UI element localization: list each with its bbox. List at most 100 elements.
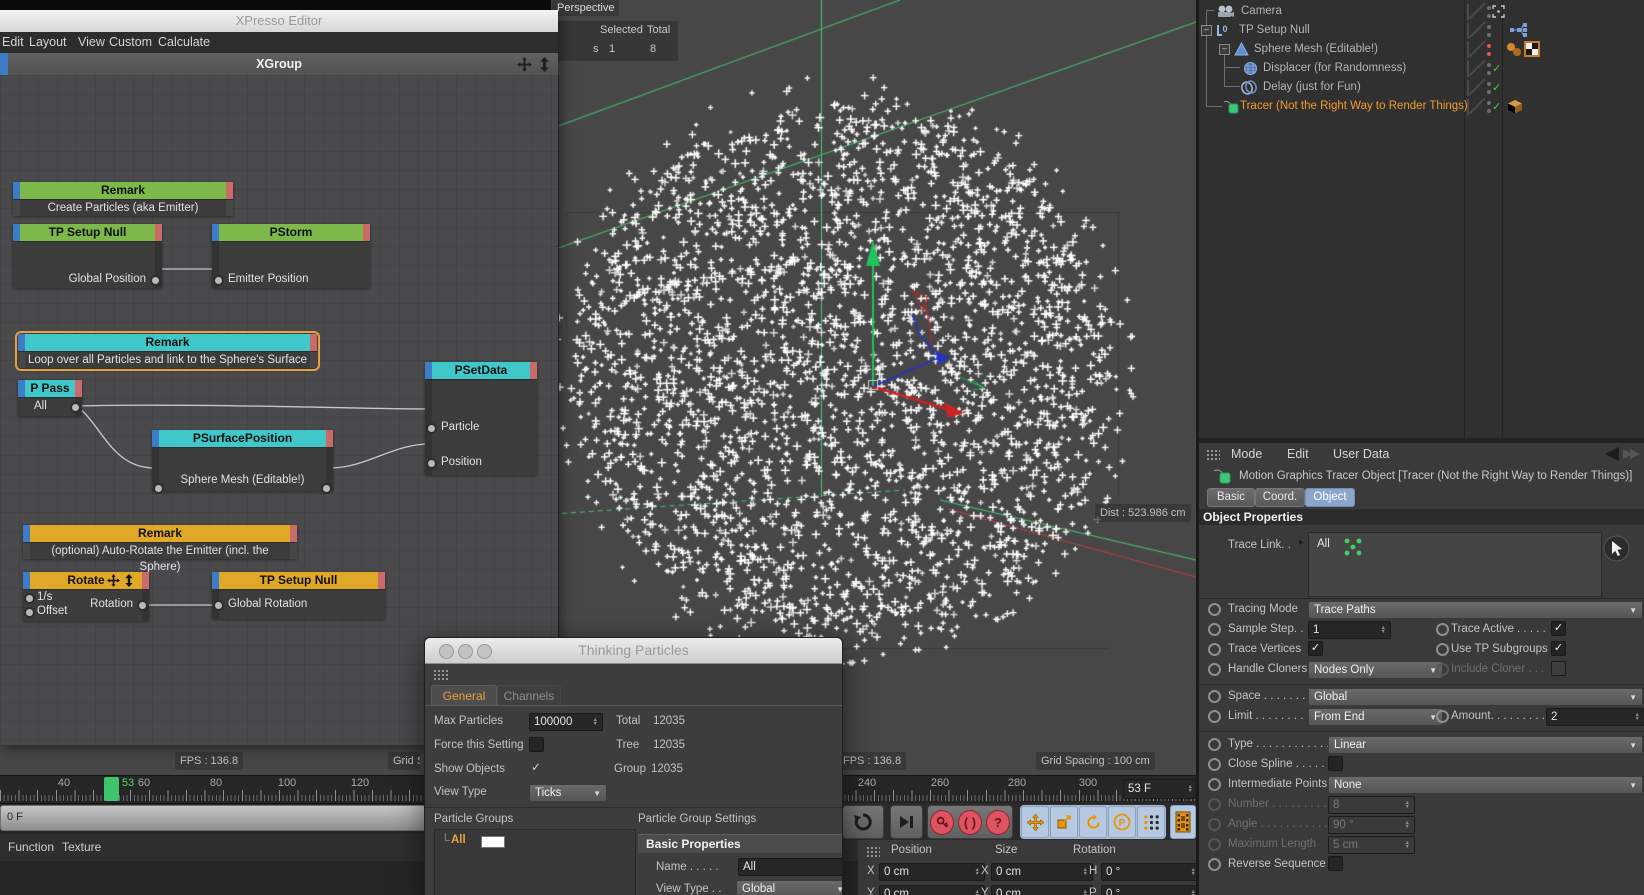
tp-grip[interactable] <box>433 669 448 682</box>
angle-field[interactable]: 90 ° ▲ ▼ <box>1328 816 1415 834</box>
tab-coord[interactable]: Coord. <box>1255 488 1305 507</box>
layer-toggle[interactable] <box>1467 99 1469 115</box>
amount-field[interactable]: 2 ▲ ▼ <box>1546 708 1644 726</box>
intermediate-points-dropdown[interactable]: None ▼ <box>1328 776 1643 794</box>
playhead[interactable] <box>104 777 119 801</box>
am-menu-mode[interactable]: Mode <box>1231 447 1262 461</box>
object-properties-header[interactable]: Object Properties <box>1199 509 1644 525</box>
particle-groups-tree[interactable]: └ All <box>434 829 636 895</box>
limit-dropdown[interactable]: From End ▼ <box>1308 708 1443 726</box>
xgroup-header[interactable]: XGroup <box>0 53 558 76</box>
zoom-window-icon[interactable] <box>477 644 492 659</box>
expand-arrow-icon[interactable]: ▸ <box>1299 537 1304 548</box>
output-port[interactable] <box>137 600 148 611</box>
enabled-check-icon[interactable]: ✓ <box>1492 100 1501 113</box>
resize-vertical-icon[interactable] <box>539 57 550 72</box>
show-objects-check-icon[interactable]: ✓ <box>531 760 541 774</box>
layer-toggle[interactable] <box>1467 4 1469 20</box>
input-port[interactable] <box>213 600 224 611</box>
xpresso-menu-layout[interactable]: Layout <box>29 35 67 49</box>
max-particles-field[interactable]: 100000 ▲ ▼ <box>529 713 603 731</box>
node-rotate[interactable]: Rotate 1/s Offset Rotation <box>23 572 149 621</box>
am-menu-edit[interactable]: Edit <box>1287 447 1309 461</box>
om-row-sphere-mesh[interactable]: – Sphere Mesh (Editable!) <box>1199 40 1644 59</box>
tab-general[interactable]: General <box>431 685 497 706</box>
texture-tag-icon[interactable] <box>1524 41 1540 57</box>
phong-tag-icon[interactable] <box>1506 42 1522 57</box>
layer-toggle[interactable] <box>1467 42 1469 58</box>
layer-toggle[interactable] <box>1467 61 1469 77</box>
handle-cloners-dropdown[interactable]: Nodes Only ▼ <box>1308 661 1443 679</box>
xpresso-menu-custom[interactable]: Custom <box>109 35 152 49</box>
output-port[interactable] <box>70 402 81 413</box>
trace-vertices-checkbox[interactable]: ✓ <box>1308 641 1323 656</box>
node-p-pass[interactable]: P Pass All <box>18 380 82 416</box>
maximum-length-field[interactable]: 5 cm ▲ ▼ <box>1328 836 1415 854</box>
reverse-sequence-checkbox[interactable] <box>1328 856 1343 871</box>
tab-object[interactable]: Object <box>1305 488 1355 507</box>
force-setting-checkbox[interactable] <box>529 737 544 752</box>
size-y-field[interactable]: 0 cm▲▼ <box>991 885 1093 895</box>
close-spline-checkbox[interactable] <box>1328 756 1343 771</box>
type-dropdown[interactable]: Linear ▼ <box>1328 736 1643 754</box>
viewport-label[interactable]: Perspective <box>552 0 620 16</box>
om-row-delay[interactable]: Delay (just for Fun) ✓ <box>1199 78 1644 97</box>
visibility-dot-top[interactable] <box>1487 63 1491 67</box>
basic-properties-header[interactable]: Basic Properties <box>638 834 842 853</box>
xpresso-window-title[interactable]: XPresso Editor <box>0 10 558 33</box>
use-tp-subgroups-checkbox[interactable]: ✓ <box>1551 641 1566 656</box>
include-cloner-checkbox[interactable] <box>1551 661 1566 676</box>
visibility-dot-top[interactable] <box>1487 25 1491 29</box>
enabled-check-icon[interactable]: ✓ <box>1492 81 1501 94</box>
visibility-dot-top[interactable] <box>1487 44 1491 48</box>
space-dropdown[interactable]: Global ▼ <box>1308 688 1643 706</box>
number-field[interactable]: 8 ▲ ▼ <box>1328 796 1415 814</box>
visibility-dot-bottom[interactable] <box>1487 33 1491 37</box>
menu-function[interactable]: Function <box>8 840 54 854</box>
xpresso-tag-icon[interactable] <box>1509 23 1527 38</box>
input-port-1s[interactable] <box>24 593 35 604</box>
node-remark-rotate[interactable]: Remark (optional) Auto-Rotate the Emitte… <box>23 525 297 573</box>
output-port[interactable] <box>321 483 332 494</box>
layer-toggle[interactable] <box>1467 80 1469 96</box>
output-port[interactable] <box>150 275 161 286</box>
node-tp-setup-null-position[interactable]: TP Setup Null Global Position <box>13 224 162 288</box>
frame-range-slider[interactable]: 0 F <box>0 805 426 831</box>
node-pstorm[interactable]: PStorm Emitter Position <box>212 224 370 288</box>
collapse-icon[interactable]: – <box>1219 44 1230 55</box>
visibility-dot-top[interactable] <box>1487 6 1491 10</box>
visibility-dot-bottom[interactable] <box>1487 71 1491 75</box>
om-row-camera[interactable]: Camera <box>1199 2 1644 21</box>
layer-toggle[interactable] <box>1467 23 1469 39</box>
autokey-button[interactable]: ( ) <box>958 809 982 835</box>
enabled-check-icon[interactable]: ✓ <box>1492 62 1501 75</box>
tracing-mode-dropdown[interactable]: Trace Paths ▼ <box>1308 601 1643 619</box>
rotation-h-field[interactable]: 0 ° ▲ ▼ <box>1101 863 1196 881</box>
resize-node-icon[interactable] <box>124 574 134 587</box>
am-grip[interactable] <box>1206 449 1220 461</box>
trace-active-checkbox[interactable]: ✓ <box>1551 621 1566 636</box>
play-forward-button[interactable] <box>842 805 884 839</box>
sample-step-field[interactable]: 1 ▲ ▼ <box>1308 621 1391 639</box>
record-key-button[interactable] <box>930 809 954 835</box>
size-x-field[interactable]: 0 cm ▲ ▼ <box>991 863 1093 881</box>
render-view-button[interactable] <box>1170 805 1196 839</box>
trace-link-list[interactable]: All <box>1308 532 1602 597</box>
input-port-particle[interactable] <box>426 423 437 434</box>
close-window-icon[interactable] <box>439 644 454 659</box>
move-node-icon[interactable] <box>107 574 120 587</box>
collapse-icon[interactable]: – <box>1201 25 1212 36</box>
current-frame-field[interactable]: 53 F ▲ ▼ <box>1123 779 1198 799</box>
input-port[interactable] <box>213 275 224 286</box>
move-tool-button[interactable] <box>1021 806 1049 838</box>
position-x-field[interactable]: 0 cm ▲ ▼ <box>879 863 985 881</box>
tab-channels[interactable]: Channels <box>497 685 561 706</box>
menu-texture[interactable]: Texture <box>62 840 101 854</box>
input-port-offset[interactable] <box>24 607 35 618</box>
view-type-dropdown[interactable]: Ticks ▼ <box>529 784 607 802</box>
xpresso-menu-calculate[interactable]: Calculate <box>158 35 210 49</box>
visibility-dot-bottom[interactable] <box>1487 90 1491 94</box>
history-arrows-icon[interactable] <box>1603 446 1641 462</box>
node-psetdata[interactable]: PSetData Particle Position <box>425 362 537 475</box>
am-menu-user-data[interactable]: User Data <box>1333 447 1389 461</box>
